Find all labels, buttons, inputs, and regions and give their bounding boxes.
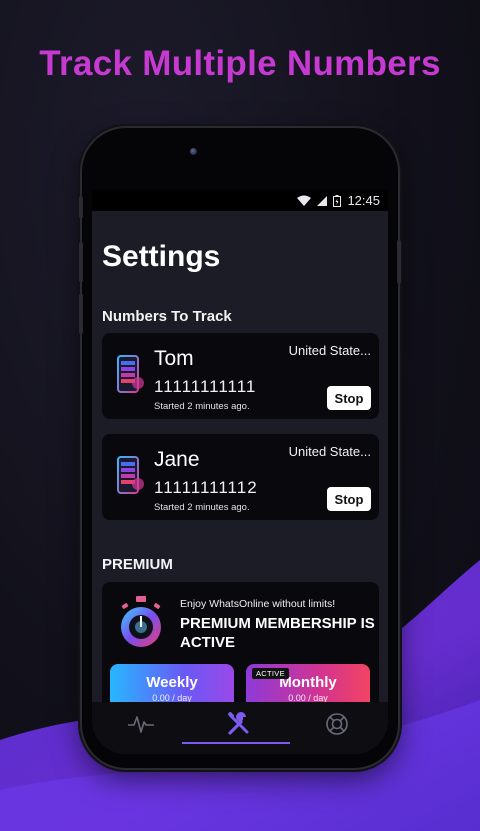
contact-name: Jane (154, 448, 200, 471)
tracking-started-text: Started 2 minutes ago. (154, 401, 250, 412)
contact-name: Tom (154, 347, 194, 370)
contact-phone-number: 11111111112 (154, 478, 258, 497)
premium-section-label: PREMIUM (102, 556, 173, 573)
phone-side-button (397, 240, 401, 284)
nav-activity[interactable] (92, 702, 190, 746)
status-time: 12:45 (347, 193, 380, 208)
phone-avatar-icon (117, 456, 144, 494)
tracking-started-text: Started 2 minutes ago. (154, 502, 250, 513)
wifi-icon (297, 195, 312, 206)
tracked-number-card[interactable]: Jane United State... 11111111112 Started… (102, 434, 379, 520)
contact-country: United State... (288, 444, 371, 459)
premium-card: Enjoy WhatsOnline without limits! PREMIU… (102, 582, 379, 722)
phone-avatar-icon (117, 355, 144, 393)
nav-settings[interactable] (190, 702, 288, 746)
app-screen: 12:45 Settings Numbers To Track Tom Unit… (92, 190, 388, 754)
battery-icon (333, 194, 342, 207)
phone-side-button (79, 242, 83, 282)
lifebuoy-icon (326, 713, 348, 735)
stop-tracking-button[interactable]: Stop (327, 487, 371, 511)
contact-phone-number: 11111111111 (154, 377, 257, 396)
plan-name: Weekly (146, 674, 198, 691)
premium-tagline: Enjoy WhatsOnline without limits! (180, 598, 336, 610)
numbers-section-label: Numbers To Track (102, 308, 232, 325)
premium-status: PREMIUM MEMBERSHIP IS ACTIVE (180, 615, 375, 651)
status-bar: 12:45 (92, 190, 388, 211)
phone-side-button (79, 196, 83, 218)
page-title: Settings (102, 240, 221, 273)
nav-active-indicator (182, 742, 290, 744)
tools-icon (227, 711, 249, 735)
front-camera (190, 148, 197, 155)
stopwatch-icon (121, 596, 161, 647)
activity-icon (128, 716, 154, 733)
nav-support[interactable] (288, 702, 386, 746)
bottom-navigation (92, 702, 388, 754)
contact-country: United State... (288, 343, 371, 358)
signal-icon (317, 195, 328, 206)
tracked-number-card[interactable]: Tom United State... 11111111111 Started … (102, 333, 379, 419)
stop-tracking-button[interactable]: Stop (327, 386, 371, 410)
promo-headline: Track Multiple Numbers (39, 44, 441, 83)
active-badge: ACTIVE (252, 668, 289, 679)
phone-side-button (79, 294, 83, 334)
phone-frame: 12:45 Settings Numbers To Track Tom Unit… (79, 128, 401, 768)
